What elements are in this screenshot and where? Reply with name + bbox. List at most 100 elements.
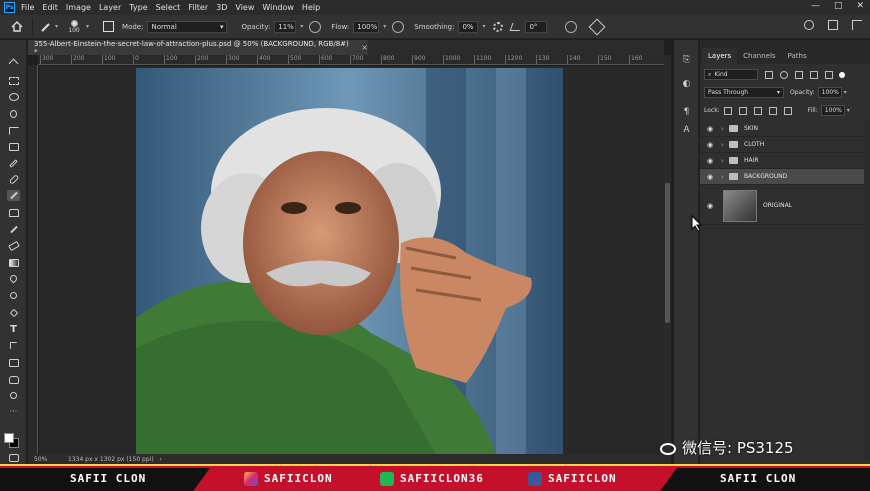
healing-brush-tool-icon[interactable] xyxy=(7,174,20,185)
marquee-tool-icon[interactable] xyxy=(7,75,20,86)
brush-settings-icon[interactable] xyxy=(103,21,115,32)
airbrush-icon[interactable] xyxy=(392,20,405,33)
flow-field[interactable]: 100% xyxy=(353,20,380,33)
adjustments-panel-icon[interactable]: ◐ xyxy=(681,78,692,89)
paragraph-panel-icon[interactable]: ¶ xyxy=(681,106,692,117)
character-panel-icon[interactable]: A xyxy=(681,124,692,135)
path-selection-tool-icon[interactable] xyxy=(7,340,20,351)
dropdown-arrow-icon[interactable]: ▾ xyxy=(482,23,485,30)
menu-3d[interactable]: 3D xyxy=(216,3,227,12)
layer-row-background[interactable]: ◉ › BACKGROUND xyxy=(700,169,864,185)
dodge-tool-icon[interactable] xyxy=(7,290,20,301)
chevron-down-icon[interactable]: ▾ xyxy=(844,89,847,96)
maximize-button[interactable]: □ xyxy=(834,1,843,11)
canvas-area[interactable] xyxy=(39,66,664,454)
menu-type[interactable]: Type xyxy=(129,3,147,12)
close-tab-icon[interactable]: × xyxy=(361,43,368,52)
workspace-icon[interactable] xyxy=(828,20,838,30)
visibility-eye-icon[interactable]: ◉ xyxy=(705,157,715,165)
history-brush-tool-icon[interactable] xyxy=(7,224,20,235)
pixel-filter-icon[interactable] xyxy=(765,70,773,79)
tab-paths[interactable]: Paths xyxy=(782,48,813,64)
lock-all-icon[interactable] xyxy=(783,106,792,115)
visibility-eye-icon[interactable]: ◉ xyxy=(705,173,715,181)
chevron-right-icon[interactable]: › xyxy=(721,125,729,133)
quick-selection-tool-icon[interactable] xyxy=(7,108,20,119)
move-tool-icon[interactable] xyxy=(7,58,20,69)
shape-filter-icon[interactable] xyxy=(810,70,818,79)
pressure-opacity-icon[interactable] xyxy=(309,20,322,33)
symmetry-icon[interactable] xyxy=(588,18,606,35)
zoom-tool-icon[interactable] xyxy=(7,390,20,401)
chevron-right-icon[interactable]: › xyxy=(721,141,729,149)
layer-row-original[interactable]: ◉ ORIGINAL xyxy=(700,187,864,225)
eyedropper-tool-icon[interactable] xyxy=(7,158,20,169)
chevron-down-icon[interactable]: ▾ xyxy=(847,107,850,114)
lock-transparent-icon[interactable] xyxy=(723,106,732,115)
chevron-right-icon[interactable]: › xyxy=(721,157,729,165)
blur-tool-icon[interactable] xyxy=(7,273,20,284)
scrollbar-thumb[interactable] xyxy=(665,183,670,323)
vertical-scrollbar[interactable] xyxy=(664,55,671,454)
brush-tool-icon[interactable] xyxy=(39,20,53,34)
type-filter-icon[interactable] xyxy=(795,70,803,79)
pressure-size-icon[interactable] xyxy=(565,20,578,33)
layer-row-hair[interactable]: ◉ › HAIR xyxy=(700,153,864,169)
menu-file[interactable]: File xyxy=(21,3,34,12)
lock-position-icon[interactable] xyxy=(753,106,762,115)
visibility-eye-icon[interactable]: ◉ xyxy=(705,125,715,133)
history-panel-icon[interactable]: ⎘ xyxy=(681,54,692,65)
gradient-tool-icon[interactable] xyxy=(7,257,20,268)
rectangle-tool-icon[interactable] xyxy=(7,357,20,368)
panel-scrollbar[interactable] xyxy=(864,120,870,460)
hand-tool-icon[interactable] xyxy=(7,374,20,385)
filter-toggle-icon[interactable] xyxy=(839,71,845,78)
dropdown-arrow-icon[interactable]: ▾ xyxy=(55,23,58,30)
smart-object-filter-icon[interactable] xyxy=(825,70,833,79)
adjustment-filter-icon[interactable] xyxy=(780,70,788,79)
tab-channels[interactable]: Channels xyxy=(737,48,781,64)
foreground-color-swatch[interactable] xyxy=(4,433,14,443)
quick-mask-icon[interactable] xyxy=(7,452,20,463)
menu-help[interactable]: Help xyxy=(302,3,320,12)
einstein-photo[interactable] xyxy=(136,68,563,454)
layer-opacity-field[interactable]: 100% xyxy=(817,87,842,98)
smoothing-field[interactable]: 0% xyxy=(458,20,479,33)
minimize-button[interactable]: — xyxy=(811,1,820,11)
layer-row-skin[interactable]: ◉ › SKIN xyxy=(700,121,864,137)
menu-edit[interactable]: Edit xyxy=(42,3,58,12)
eraser-tool-icon[interactable] xyxy=(7,240,20,251)
brush-tool-icon[interactable] xyxy=(7,190,20,201)
dropdown-arrow-icon[interactable]: ▾ xyxy=(300,23,303,30)
search-icon[interactable] xyxy=(804,20,814,30)
layer-row-cloth[interactable]: ◉ › CLOTH xyxy=(700,137,864,153)
dropdown-arrow-icon[interactable]: ▾ xyxy=(86,23,89,30)
tab-layers[interactable]: Layers xyxy=(702,48,738,64)
frame-tool-icon[interactable] xyxy=(7,141,20,152)
menu-filter[interactable]: Filter xyxy=(188,3,208,12)
lock-pixels-icon[interactable] xyxy=(738,106,747,115)
menu-image[interactable]: Image xyxy=(66,3,91,12)
dropdown-arrow-icon[interactable]: ▾ xyxy=(383,23,386,30)
share-icon[interactable] xyxy=(852,20,862,30)
chevron-right-icon[interactable]: › xyxy=(160,456,162,463)
lock-artboard-icon[interactable] xyxy=(768,106,777,115)
brush-preset-picker[interactable]: 100 xyxy=(64,19,84,34)
mode-select[interactable]: Normal ▾ xyxy=(147,20,228,33)
menu-window[interactable]: Window xyxy=(262,3,294,12)
chevron-right-icon[interactable]: › xyxy=(721,173,729,181)
visibility-eye-icon[interactable]: ◉ xyxy=(705,202,715,210)
opacity-field[interactable]: 11% xyxy=(274,20,297,33)
zoom-level[interactable]: 50% xyxy=(34,456,68,463)
visibility-eye-icon[interactable]: ◉ xyxy=(705,141,715,149)
angle-field[interactable]: 0° xyxy=(525,20,548,33)
home-icon[interactable] xyxy=(8,19,26,35)
menu-select[interactable]: Select xyxy=(156,3,181,12)
menu-layer[interactable]: Layer xyxy=(99,3,121,12)
lasso-tool-icon[interactable] xyxy=(7,91,20,102)
document-tab[interactable]: 355-Albert-Einstein-the-secret-law-of-at… xyxy=(28,40,368,56)
blend-mode-select[interactable]: Pass Through ▾ xyxy=(704,87,784,98)
close-button[interactable]: ✕ xyxy=(856,1,864,11)
gear-icon[interactable] xyxy=(493,21,504,32)
crop-tool-icon[interactable] xyxy=(7,125,20,136)
